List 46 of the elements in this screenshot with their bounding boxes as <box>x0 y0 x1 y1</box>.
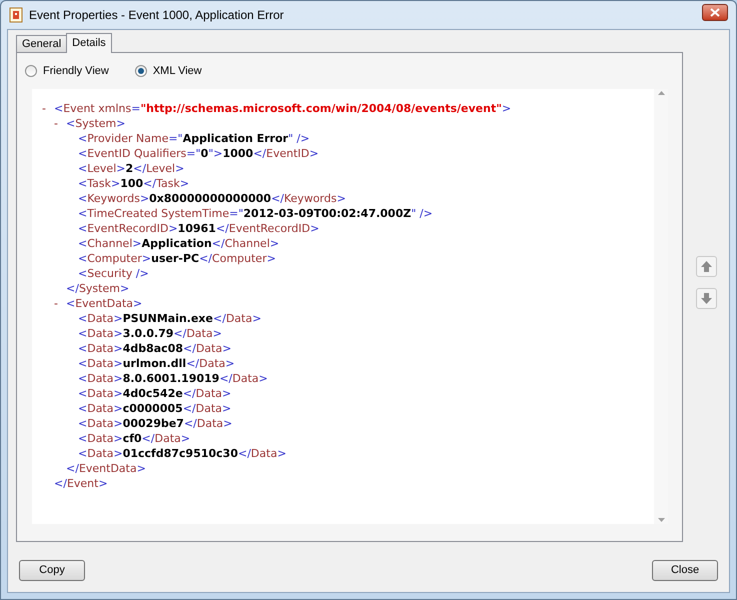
xml-line: <Computer>user-PC</Computer> <box>78 251 276 266</box>
xml-line: <Provider Name="Application Error" /> <box>78 131 310 146</box>
xml-line: <Data>00029be7</Data> <box>78 416 232 431</box>
xml-line: <EventID Qualifiers="0">1000</EventID> <box>78 146 319 161</box>
xml-line: <Channel>Application</Channel> <box>78 236 280 251</box>
xml-line: <Data>4d0c542e</Data> <box>78 386 232 401</box>
tab[interactable]: General <box>16 35 66 52</box>
xml-line: <Level>2</Level> <box>78 161 184 176</box>
window-title: Event Properties - Event 1000, Application Error <box>29 7 284 24</box>
scroll-up-icon[interactable] <box>658 91 664 95</box>
close-window-button[interactable] <box>702 4 728 20</box>
xml-line: </System> <box>66 281 130 296</box>
scroll-down-icon[interactable] <box>658 518 664 522</box>
collapse-toggle[interactable]: - <box>42 101 46 116</box>
down-arrow-icon <box>701 293 712 304</box>
xml-line: <Security /> <box>78 266 149 281</box>
dialog-button[interactable]: Close <box>652 560 718 581</box>
view-radio[interactable]: XML View <box>134 62 202 80</box>
view-radio[interactable]: Friendly View <box>25 62 109 80</box>
xml-line: <System> <box>66 116 126 131</box>
xml-line: </Event> <box>54 476 108 491</box>
collapse-toggle[interactable]: - <box>54 116 58 131</box>
move-down-button[interactable] <box>696 288 717 309</box>
xml-line: <EventData> <box>66 296 142 311</box>
xml-line: <Data>PSUNMain.exe</Data> <box>78 311 262 326</box>
xml-line: <Data>3.0.0.79</Data> <box>78 326 222 341</box>
xml-line: <TimeCreated SystemTime="2012-03-09T00:02:47.000Z" /> <box>78 206 433 221</box>
xml-line: <EventRecordID>10961</EventRecordID> <box>78 221 320 236</box>
dialog-button[interactable]: Copy <box>19 560 85 581</box>
tab[interactable]: Details <box>66 33 112 53</box>
close-icon <box>710 8 720 16</box>
move-up-button[interactable] <box>696 256 717 277</box>
xml-line: <Data>cf0</Data> <box>78 431 190 446</box>
xml-line: <Keywords>0x80000000000000</Keywords> <box>78 191 346 206</box>
app-icon <box>9 7 23 23</box>
xml-line: <Data>01ccfd87c9510c30</Data> <box>78 446 286 461</box>
radio-circle[interactable] <box>134 65 147 77</box>
xml-line: <Task>100</Task> <box>78 176 190 191</box>
collapse-toggle[interactable]: - <box>54 296 58 311</box>
up-arrow-icon <box>701 261 712 272</box>
xml-line: <Event xmlns="http://schemas.microsoft.com/win/2004/08/events/event"> <box>54 101 512 116</box>
xml-line: <Data>8.0.6001.19019</Data> <box>78 371 268 386</box>
xml-line: <Data>urlmon.dll</Data> <box>78 356 235 371</box>
xml-line: <Data>c0000005</Data> <box>78 401 232 416</box>
xml-line: </EventData> <box>66 461 146 476</box>
xml-line: <Data>4db8ac08</Data> <box>78 341 232 356</box>
